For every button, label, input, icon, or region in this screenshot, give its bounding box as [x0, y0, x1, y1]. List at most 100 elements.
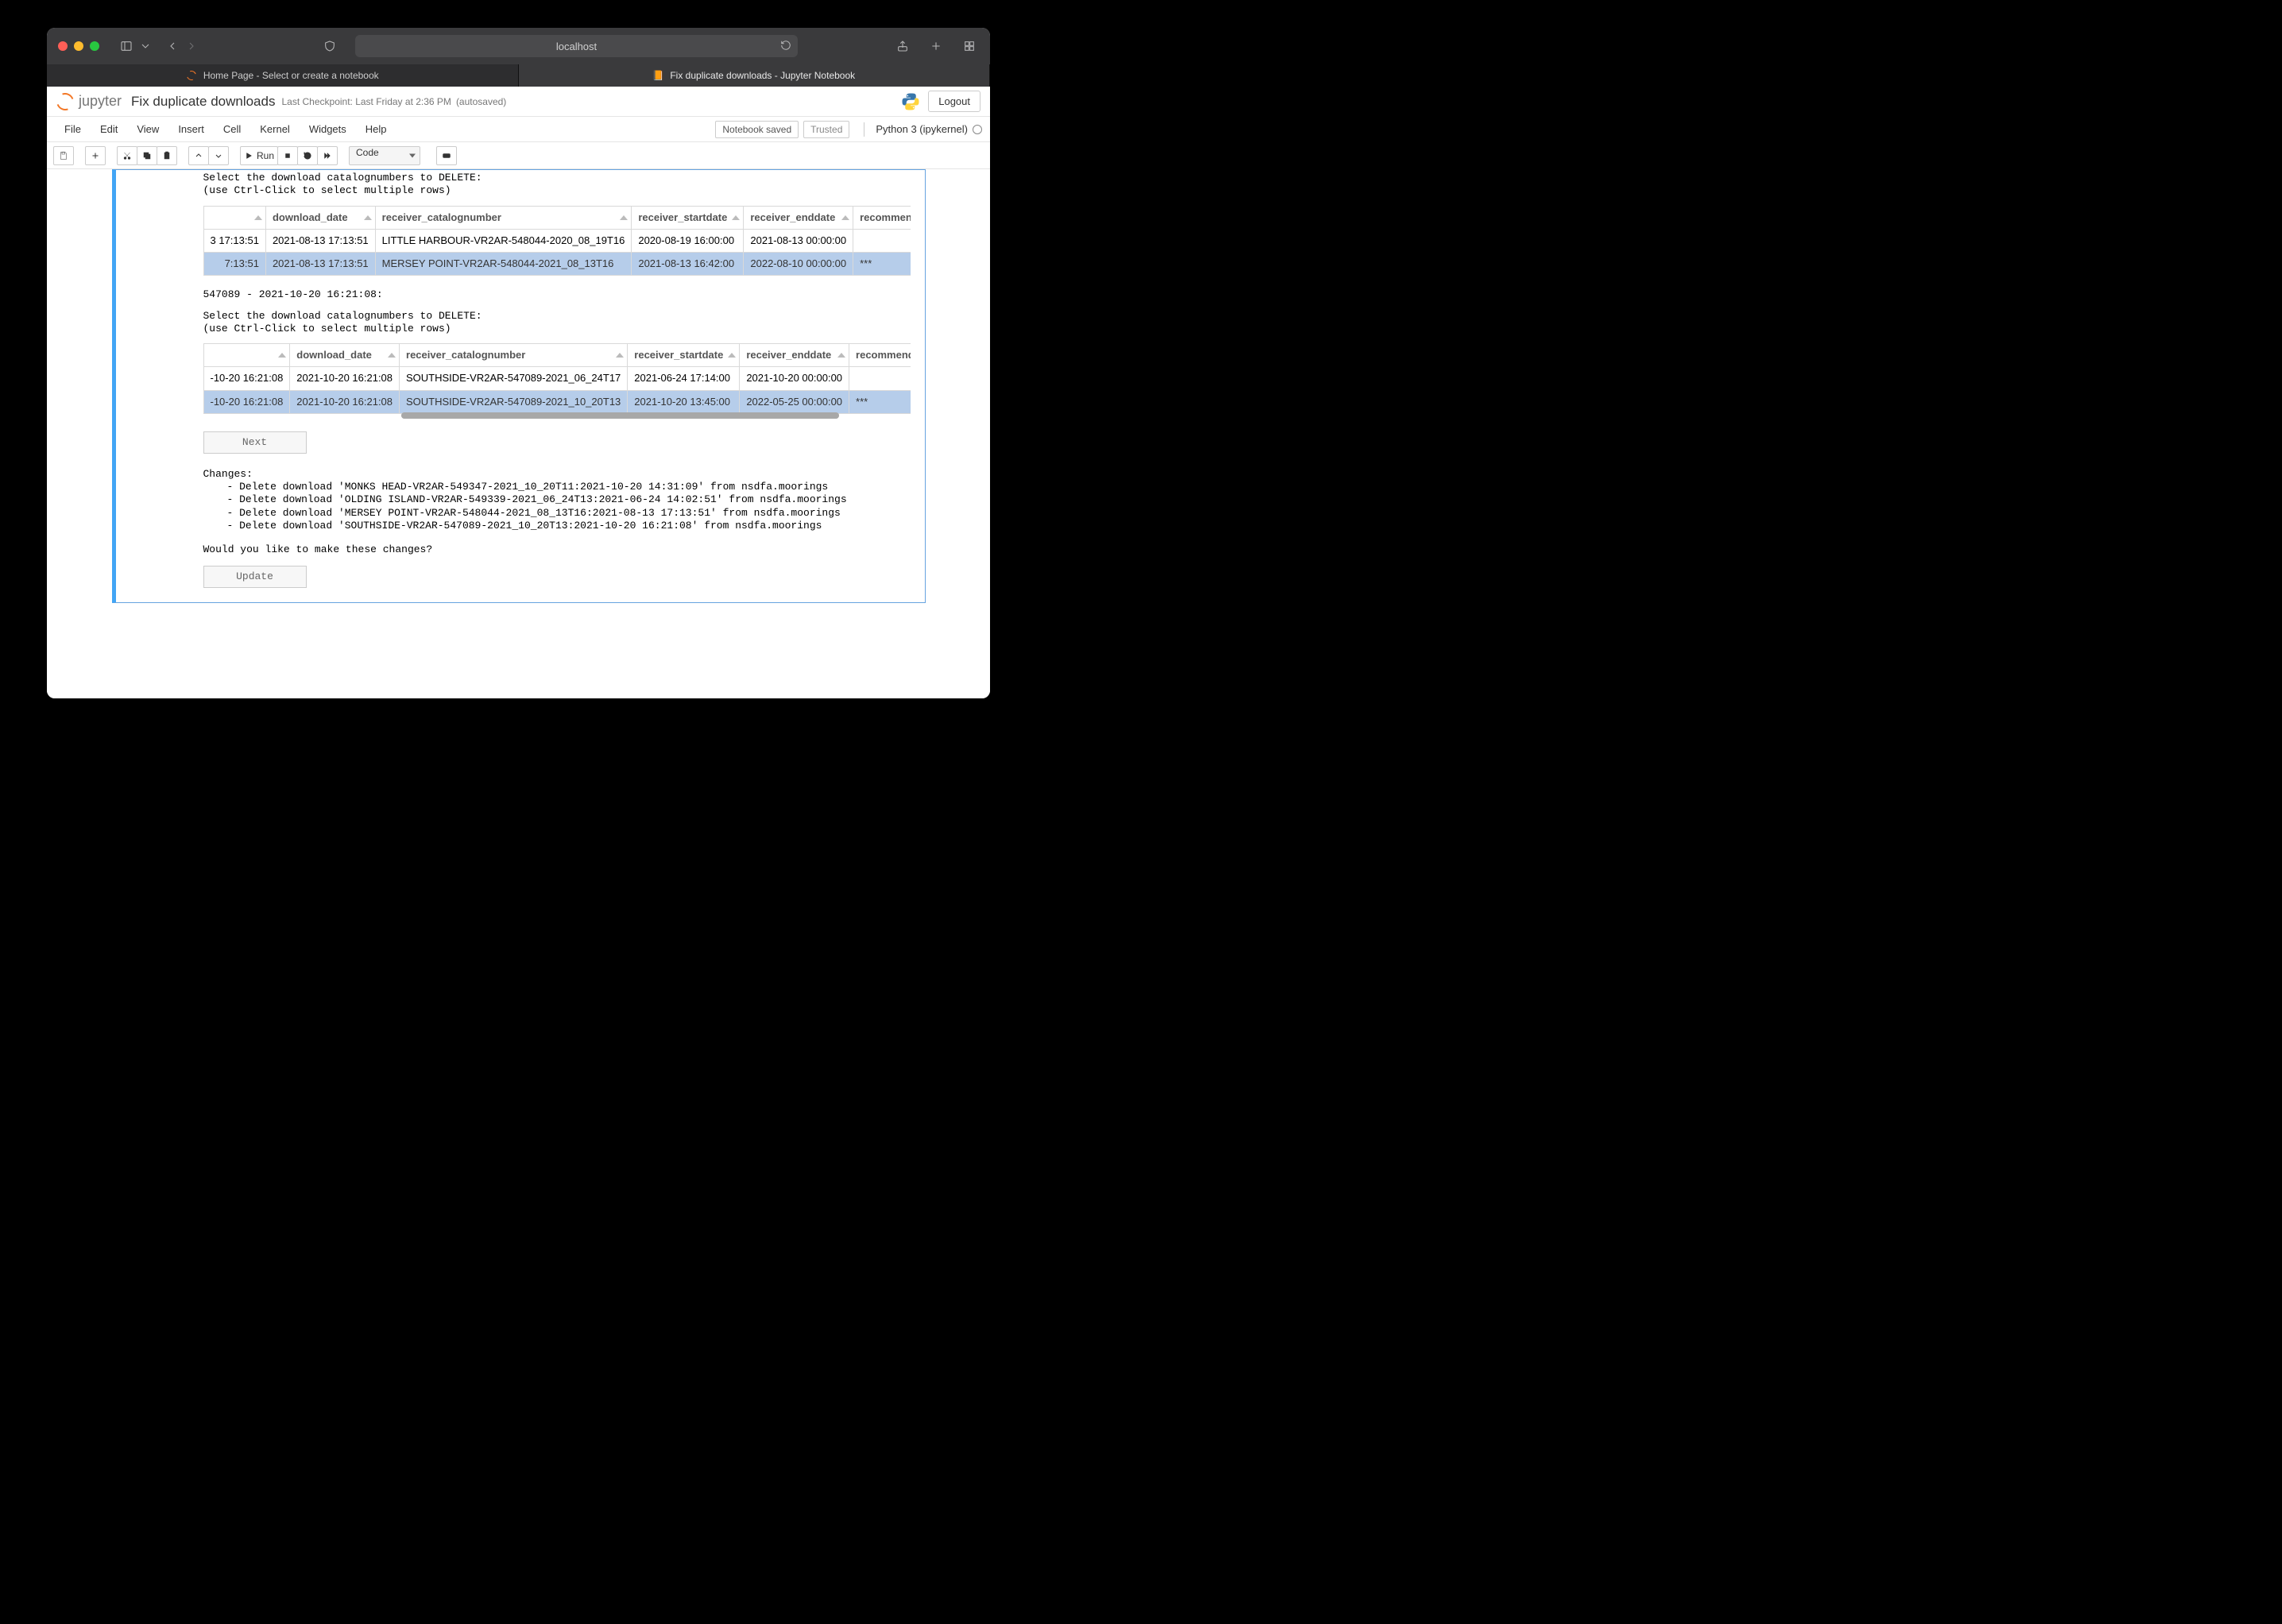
- notebook-title[interactable]: Fix duplicate downloads: [131, 94, 275, 110]
- table-header[interactable]: download_date: [265, 206, 375, 229]
- sort-icon: [254, 215, 262, 220]
- status-trusted[interactable]: Trusted: [803, 121, 849, 138]
- table-row[interactable]: -10-20 16:21:082021-10-20 16:21:08SOUTHS…: [203, 390, 911, 413]
- insert-cell-button[interactable]: [85, 146, 106, 165]
- paste-button[interactable]: [157, 146, 177, 165]
- sort-icon: [278, 353, 286, 358]
- table-cell: 2020-08-19 16:00:00: [632, 229, 744, 252]
- move-up-button[interactable]: [188, 146, 209, 165]
- table-row[interactable]: -10-20 16:21:082021-10-20 16:21:08SOUTHS…: [203, 367, 911, 390]
- new-tab-icon[interactable]: [926, 37, 946, 56]
- kernel-name[interactable]: Python 3 (ipykernel): [864, 122, 982, 137]
- logout-button[interactable]: Logout: [928, 91, 980, 112]
- table-cell: 2021-10-20 13:45:00: [628, 390, 740, 413]
- sidebar-toggle-icon[interactable]: [117, 37, 136, 56]
- tab-overview-icon[interactable]: [960, 37, 979, 56]
- next-button[interactable]: Next: [203, 431, 307, 454]
- reload-icon[interactable]: [780, 40, 791, 53]
- table-header[interactable]: receiver_enddate: [744, 206, 853, 229]
- jupyter-icon: [53, 90, 76, 113]
- browser-tab-label: Fix duplicate downloads - Jupyter Notebo…: [670, 70, 855, 81]
- changes-line: - Delete download 'MERSEY POINT-VR2AR-54…: [203, 507, 919, 520]
- confirm-prompt: Would you like to make these changes?: [203, 543, 919, 556]
- menu-kernel[interactable]: Kernel: [250, 118, 300, 140]
- changes-line: - Delete download 'MONKS HEAD-VR2AR-5493…: [203, 481, 919, 493]
- table-header[interactable]: [203, 344, 290, 367]
- address-host: localhost: [556, 41, 597, 52]
- table-cell: SOUTHSIDE-VR2AR-547089-2021_10_20T13: [400, 390, 628, 413]
- notebook-header: jupyter Fix duplicate downloads Last Che…: [47, 87, 990, 117]
- nav-back-button[interactable]: [163, 37, 182, 56]
- output-table-1[interactable]: download_datereceiver_catalognumberrecei…: [203, 206, 911, 276]
- cell-type-select[interactable]: Code: [349, 146, 420, 165]
- menu-edit[interactable]: Edit: [91, 118, 127, 140]
- table-header[interactable]: recommended: [853, 206, 911, 229]
- tab-group-dropdown-icon[interactable]: [136, 37, 155, 56]
- jupyter-brand-text: jupyter: [79, 93, 122, 110]
- notebook-autosaved: (autosaved): [456, 96, 506, 107]
- table-cell: 2021-08-13 17:13:51: [265, 229, 375, 252]
- table-header[interactable]: receiver_startdate: [632, 206, 744, 229]
- output-table-2[interactable]: download_datereceiver_catalognumberrecei…: [203, 343, 911, 419]
- output-instructions-2: Select the download catalognumbers to DE…: [203, 310, 919, 336]
- share-icon[interactable]: [893, 37, 912, 56]
- menu-file[interactable]: File: [55, 118, 91, 140]
- table-row[interactable]: 3 17:13:512021-08-13 17:13:51LITTLE HARB…: [203, 229, 911, 252]
- toolbar: Run Code: [47, 142, 990, 169]
- sort-icon: [732, 215, 740, 220]
- run-button[interactable]: Run: [240, 146, 278, 165]
- window-minimize-button[interactable]: [74, 41, 83, 51]
- interrupt-button[interactable]: [277, 146, 298, 165]
- menu-help[interactable]: Help: [356, 118, 396, 140]
- window-close-button[interactable]: [58, 41, 68, 51]
- table-header[interactable]: receiver_catalognumber: [400, 344, 628, 367]
- nav-forward-button[interactable]: [182, 37, 201, 56]
- horizontal-scrollbar[interactable]: [401, 412, 840, 419]
- table-cell: [853, 229, 911, 252]
- menu-insert[interactable]: Insert: [168, 118, 214, 140]
- menu-cell[interactable]: Cell: [214, 118, 250, 140]
- table-header[interactable]: receiver_catalognumber: [375, 206, 632, 229]
- window-zoom-button[interactable]: [90, 41, 99, 51]
- copy-button[interactable]: [137, 146, 157, 165]
- menu-widgets[interactable]: Widgets: [300, 118, 356, 140]
- table-header[interactable]: receiver_startdate: [628, 344, 740, 367]
- restart-run-all-button[interactable]: [317, 146, 338, 165]
- output-instructions: Select the download catalognumbers to DE…: [203, 172, 919, 198]
- notebook-cell[interactable]: Select the download catalognumbers to DE…: [112, 169, 926, 603]
- browser-titlebar: localhost: [47, 28, 990, 64]
- sort-icon: [616, 353, 624, 358]
- table-cell: ***: [849, 390, 911, 413]
- table-cell: 2021-10-20 16:21:08: [290, 390, 400, 413]
- table-cell: -10-20 16:21:08: [203, 367, 290, 390]
- browser-tab-home[interactable]: Home Page - Select or create a notebook: [47, 64, 519, 87]
- table-header[interactable]: download_date: [290, 344, 400, 367]
- save-button[interactable]: [53, 146, 74, 165]
- sort-icon: [388, 353, 396, 358]
- shield-icon[interactable]: [320, 37, 339, 56]
- table-cell: 2022-05-25 00:00:00: [740, 390, 849, 413]
- table-header[interactable]: recommended: [849, 344, 911, 367]
- browser-tabstrip: Home Page - Select or create a notebook …: [47, 64, 990, 87]
- table-header[interactable]: receiver_enddate: [740, 344, 849, 367]
- cut-button[interactable]: [117, 146, 137, 165]
- browser-tab-notebook[interactable]: 📙 Fix duplicate downloads - Jupyter Note…: [519, 64, 991, 87]
- address-bar[interactable]: localhost: [355, 35, 798, 57]
- changes-heading: Changes:: [203, 468, 919, 481]
- table-cell: MERSEY POINT-VR2AR-548044-2021_08_13T16: [375, 253, 632, 276]
- table-header[interactable]: [203, 206, 265, 229]
- update-button[interactable]: Update: [203, 566, 307, 588]
- kernel-status-icon: [973, 125, 982, 134]
- move-down-button[interactable]: [208, 146, 229, 165]
- table-cell: LITTLE HARBOUR-VR2AR-548044-2020_08_19T1…: [375, 229, 632, 252]
- jupyter-logo[interactable]: jupyter: [56, 93, 122, 110]
- table-cell: 2021-08-13 00:00:00: [744, 229, 853, 252]
- menu-view[interactable]: View: [127, 118, 168, 140]
- table-cell: 7:13:51: [203, 253, 265, 276]
- table-cell: 2021-10-20 00:00:00: [740, 367, 849, 390]
- restart-kernel-button[interactable]: [297, 146, 318, 165]
- menubar: File Edit View Insert Cell Kernel Widget…: [47, 117, 990, 142]
- table-row[interactable]: 7:13:512021-08-13 17:13:51MERSEY POINT-V…: [203, 253, 911, 276]
- command-palette-button[interactable]: [436, 146, 457, 165]
- notebook-checkpoint: Last Checkpoint: Last Friday at 2:36 PM: [281, 96, 451, 107]
